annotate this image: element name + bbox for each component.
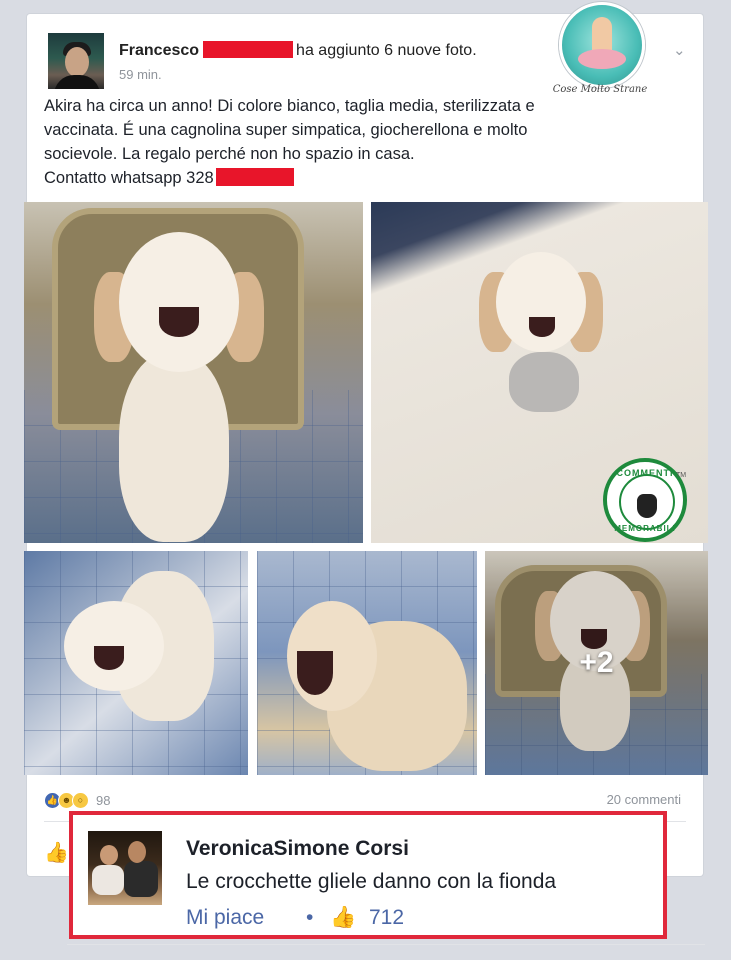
comment-like-button[interactable]: Mi piace: [186, 906, 264, 930]
post-photo-5[interactable]: +2: [485, 551, 708, 775]
avatar-face: [100, 845, 118, 865]
badge-portrait: [619, 474, 675, 530]
post-text-line: Contatto whatsapp 328: [44, 166, 674, 190]
post-header: Francesco ha aggiunto 6 nuove foto.: [119, 41, 477, 60]
trademark-symbol: TM: [676, 472, 687, 479]
facebook-post: Francesco ha aggiunto 6 nuove foto. 59 mi…: [24, 2, 708, 876]
wow-icon: ○: [72, 792, 89, 809]
dog-body: [119, 352, 229, 542]
post-action: ha aggiunto 6 nuove foto.: [296, 42, 477, 59]
avatar-shirt: [124, 861, 158, 897]
thumbs-up-icon: 👍: [330, 906, 357, 929]
comment-like-count[interactable]: 712: [369, 906, 404, 930]
badge-bottom-text: MEMORABILI: [614, 524, 676, 533]
watermark-logo: [559, 2, 645, 88]
dog-head: [119, 232, 239, 372]
dog-mouth: [159, 307, 199, 337]
redaction-box: [203, 41, 294, 58]
like-icon[interactable]: 👍: [44, 840, 69, 865]
dog-mouth: [529, 317, 555, 337]
divider: [67, 944, 705, 945]
dog-mouth: [94, 646, 124, 670]
more-photos-overlay[interactable]: +2: [485, 551, 708, 775]
avatar-face: [65, 47, 89, 77]
commenter-name[interactable]: VeronicaSimone Corsi: [186, 837, 409, 861]
post-photo-3[interactable]: [24, 551, 248, 775]
dog-mouth: [297, 651, 333, 695]
dog-head: [496, 252, 586, 352]
avatar-shirt: [54, 75, 100, 89]
post-text-line: Akira ha circa un anno! Di colore bianco…: [44, 97, 535, 115]
redaction-box: [215, 168, 294, 186]
reactions-summary[interactable]: 👍 ☻ ○ 98: [44, 792, 110, 809]
badge-beard: [637, 494, 657, 518]
more-photos-count: +2: [579, 646, 614, 679]
post-timestamp[interactable]: 59 min.: [119, 67, 162, 82]
post-photo-1[interactable]: [24, 202, 363, 543]
separator-dot: •: [306, 906, 314, 929]
commenti-memorabili-badge: COMMENTI MEMORABILI: [603, 458, 687, 542]
comments-count[interactable]: 20 commenti: [607, 792, 681, 807]
author-name[interactable]: Francesco: [119, 42, 199, 59]
avatar-shirt: [92, 865, 124, 895]
reaction-count: 98: [96, 793, 111, 808]
comment-text: Le crocchette gliele danno con la fionda: [186, 870, 557, 893]
chevron-down-icon[interactable]: ⌄: [673, 41, 686, 59]
post-body: Akira ha circa un anno! Di colore bianco…: [44, 94, 674, 190]
author-avatar[interactable]: [48, 33, 104, 89]
post-photo-4[interactable]: [257, 551, 477, 775]
avatar-face: [128, 841, 146, 863]
post-text-line: vaccinata. É una cagnolina super simpati…: [44, 121, 528, 139]
highlighted-comment: VeronicaSimone Corsi Le crocchette gliel…: [69, 811, 667, 939]
contact-text: Contatto whatsapp 328: [44, 169, 214, 187]
commenter-avatar[interactable]: [88, 831, 162, 905]
post-text-line: socievole. La regalo perché non ho spazi…: [44, 145, 415, 163]
watermark-pig: [578, 49, 626, 69]
dog-toy: [509, 352, 579, 412]
